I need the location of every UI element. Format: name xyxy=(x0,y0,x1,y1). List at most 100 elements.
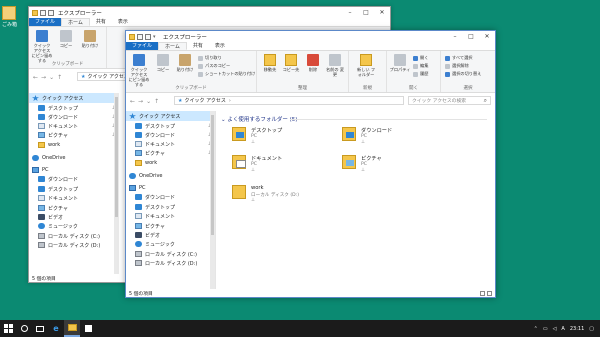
folder-name: work xyxy=(251,185,264,191)
nav-item[interactable]: クイック アクセス xyxy=(29,93,119,103)
close-button[interactable]: ✕ xyxy=(479,31,495,42)
nav-item[interactable]: クイック アクセス xyxy=(126,111,215,121)
chevron-up-icon[interactable]: ⌃ xyxy=(534,326,538,332)
task-view-button[interactable] xyxy=(32,320,48,337)
nav-item[interactable]: ローカル ディスク (D:) xyxy=(29,240,119,250)
minimize-button[interactable]: – xyxy=(342,7,358,18)
tab-share[interactable]: 共有 xyxy=(187,42,209,50)
close-button[interactable]: ✕ xyxy=(374,7,390,18)
explorer-window-front[interactable]: ▾ エクスプローラー – □ ✕ ファイル ホーム 共有 表示 クイック アクセ… xyxy=(125,30,496,298)
nav-item-label: ダウンロード xyxy=(48,176,79,183)
group-header[interactable]: ⌄ よく使用するフォルダー (5) xyxy=(221,115,297,123)
folder-icon xyxy=(67,324,77,331)
paste-button[interactable]: 貼り付け xyxy=(79,30,101,48)
nav-item[interactable]: ミュージック xyxy=(126,239,215,249)
ime-icon[interactable]: A xyxy=(561,326,564,332)
move-to-button[interactable]: 移動先 xyxy=(259,54,281,72)
tab-home[interactable]: ホーム xyxy=(158,42,187,50)
nav-item[interactable]: ダウンロード xyxy=(29,174,119,184)
copy-button[interactable]: コピー xyxy=(55,30,77,48)
chevron-down-icon[interactable]: ⌄ xyxy=(146,98,151,105)
select-all-button[interactable]: すべて選択 xyxy=(445,55,472,61)
paste-button[interactable]: 貼り付け xyxy=(174,54,196,72)
properties-button[interactable]: プロパティ xyxy=(389,54,411,72)
edit-button[interactable]: 編集 xyxy=(413,63,428,69)
store-button[interactable] xyxy=(80,320,96,337)
copy-button[interactable]: コピー xyxy=(152,54,174,72)
ribbon-group-open: プロパティ 開く 編集 履歴 開く xyxy=(387,51,441,92)
nav-item[interactable]: ミュージック xyxy=(29,221,119,231)
rename-button[interactable]: 名前の 変更 xyxy=(324,54,346,77)
folder-tile[interactable]: ピクチャ PC ⊥ xyxy=(342,155,452,177)
search-icon: ⌕ xyxy=(483,97,487,104)
nav-item[interactable]: OneDrive xyxy=(126,171,215,181)
pin-quick-access-button[interactable]: クイック アクセス にピン留めする xyxy=(128,54,150,87)
tiles-view-icon[interactable] xyxy=(487,290,492,296)
explorer-taskbar-button[interactable] xyxy=(64,320,80,337)
details-view-icon[interactable] xyxy=(480,290,485,296)
minimize-button[interactable]: – xyxy=(447,31,463,42)
address-input[interactable]: ★ クイック アクセス › xyxy=(174,96,404,105)
volume-icon[interactable]: ◁ xyxy=(553,326,557,332)
nav-item[interactable]: ピクチャ⊥ xyxy=(29,130,119,140)
up-arrow-icon[interactable]: ↑ xyxy=(57,74,62,81)
cut-button[interactable]: 切り取り xyxy=(198,55,222,61)
nav-item[interactable]: work xyxy=(126,158,215,168)
open-button[interactable]: 開く xyxy=(413,55,428,61)
scrollbar[interactable] xyxy=(114,93,119,276)
customize-toolbar-icon[interactable]: ▾ xyxy=(153,34,159,40)
quick-access-icon: ★ xyxy=(81,73,86,80)
start-button[interactable] xyxy=(0,320,16,337)
nav-item-label: デスクトップ xyxy=(48,186,79,193)
paste-shortcut-button[interactable]: ショートカットの貼り付け xyxy=(198,71,255,77)
notification-icon[interactable]: ▢ xyxy=(589,326,594,332)
title-bar[interactable]: ▾ エクスプローラー – □ ✕ xyxy=(126,31,495,42)
nav-item-label: ドキュメント xyxy=(145,213,176,220)
nav-item[interactable]: work xyxy=(29,140,119,150)
tab-share[interactable]: 共有 xyxy=(90,18,112,26)
select-none-button[interactable]: 選択解除 xyxy=(445,63,469,69)
properties-icon[interactable] xyxy=(137,33,143,40)
tab-view[interactable]: 表示 xyxy=(209,42,231,50)
properties-icon[interactable] xyxy=(40,9,46,16)
search-input[interactable]: クイック アクセスの検索 ⌕ xyxy=(408,96,491,105)
nav-item[interactable]: ドキュメント xyxy=(29,193,119,203)
history-button[interactable]: 履歴 xyxy=(413,71,428,77)
edge-button[interactable]: e xyxy=(48,320,64,337)
new-folder-button[interactable]: 新しい フォルダー xyxy=(355,54,377,77)
new-folder-icon[interactable] xyxy=(48,9,54,16)
recycle-bin-icon[interactable] xyxy=(2,6,16,20)
tab-file[interactable]: ファイル xyxy=(126,42,159,50)
tab-home[interactable]: ホーム xyxy=(61,18,90,26)
folder-tile[interactable]: デスクトップ PC ⊥ xyxy=(232,127,342,149)
delete-button[interactable]: 削除 xyxy=(302,54,324,72)
forward-arrow-icon[interactable]: → xyxy=(41,74,46,81)
folder-tile[interactable]: ダウンロード PC ⊥ xyxy=(342,127,452,149)
new-folder-icon[interactable] xyxy=(145,33,151,40)
clock[interactable]: 23:11 xyxy=(570,326,584,332)
pin-quick-access-button[interactable]: クイック アクセス にピン留めする xyxy=(31,30,53,63)
back-arrow-icon[interactable]: ← xyxy=(130,98,135,105)
tab-file[interactable]: ファイル xyxy=(29,18,62,26)
nav-item[interactable]: ダウンロード xyxy=(126,192,215,202)
up-arrow-icon[interactable]: ↑ xyxy=(154,98,159,105)
back-arrow-icon[interactable]: ← xyxy=(33,74,38,81)
forward-arrow-icon[interactable]: → xyxy=(138,98,143,105)
nav-item[interactable]: ローカル ディスク (D:) xyxy=(126,258,215,268)
scrollbar[interactable] xyxy=(210,111,215,289)
invert-selection-button[interactable]: 選択の切り替え xyxy=(445,71,481,77)
copy-to-button[interactable]: コピー先 xyxy=(280,54,302,72)
tab-view[interactable]: 表示 xyxy=(112,18,134,26)
maximize-button[interactable]: □ xyxy=(358,7,374,18)
network-icon[interactable]: ▭ xyxy=(543,326,548,332)
chevron-down-icon[interactable]: ⌄ xyxy=(49,74,54,81)
title-bar[interactable]: エクスプローラー – □ ✕ xyxy=(29,7,390,18)
copy-path-button[interactable]: パスのコピー xyxy=(198,63,230,69)
nav-item[interactable]: ピクチャ⊥ xyxy=(126,148,215,158)
nav-item[interactable]: OneDrive xyxy=(29,153,119,163)
folder-tile[interactable]: work ローカル ディスク (D:) ⊥ xyxy=(232,185,342,207)
folder-tile[interactable]: ドキュメント PC ⊥ xyxy=(232,155,342,177)
cortana-button[interactable] xyxy=(16,320,32,337)
maximize-button[interactable]: □ xyxy=(463,31,479,42)
nav-item[interactable]: ドキュメント xyxy=(126,211,215,221)
